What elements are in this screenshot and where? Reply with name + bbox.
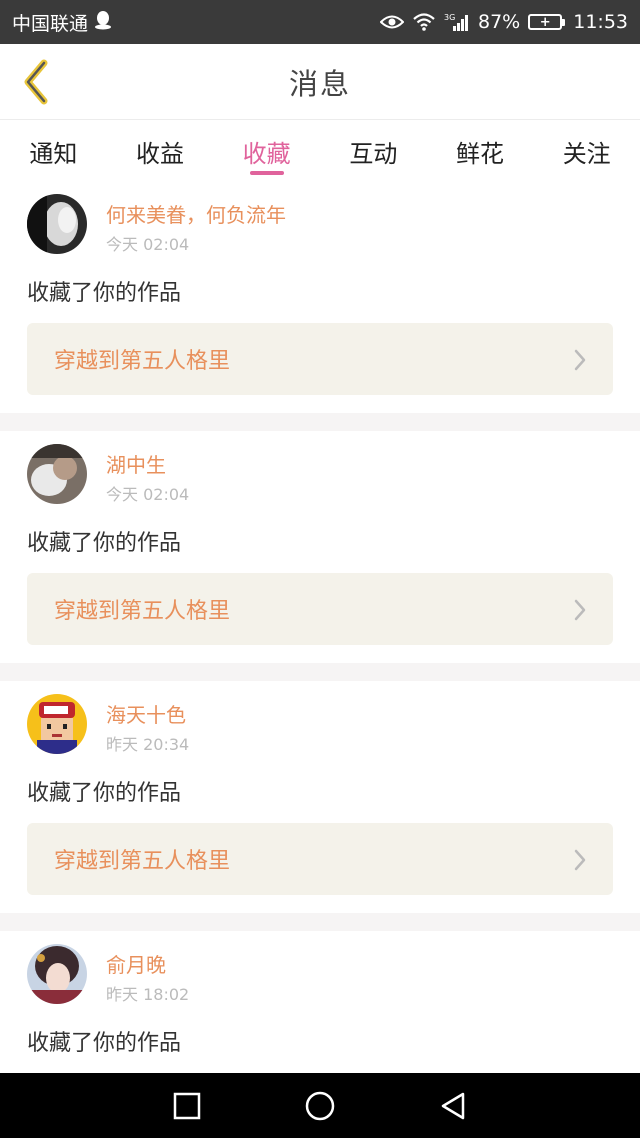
tab-label: 通知 xyxy=(29,140,78,168)
message-card: 湖中生 今天 02:04 收藏了你的作品 穿越到第五人格里 xyxy=(0,431,640,663)
message-text: 收藏了你的作品 xyxy=(27,781,182,806)
message-card: 何来美眷，何负流年 今天 02:04 收藏了你的作品 穿越到第五人格里 xyxy=(0,181,640,413)
message-time: 昨天 20:34 xyxy=(106,735,190,754)
active-tab-indicator xyxy=(249,171,284,175)
work-title: 穿越到第五人格里 xyxy=(54,599,231,624)
message-time: 今天 02:04 xyxy=(106,235,190,254)
square-icon xyxy=(173,1092,200,1119)
tab-flowers[interactable]: 鲜花 xyxy=(427,121,534,181)
message-text: 收藏了你的作品 xyxy=(27,281,182,306)
carrier-group: 中国联通 xyxy=(12,9,112,36)
username[interactable]: 湖中生 xyxy=(106,449,166,478)
avatar[interactable] xyxy=(27,194,87,254)
signal-icon: 3G xyxy=(444,12,470,32)
tab-earnings[interactable]: 收益 xyxy=(107,121,214,181)
system-nav-bar xyxy=(0,1073,640,1138)
home-button[interactable] xyxy=(292,1081,348,1131)
avatar[interactable] xyxy=(27,444,87,504)
chevron-right-icon xyxy=(574,849,586,871)
clock: 11:53 xyxy=(573,11,628,33)
network-type: 3G xyxy=(444,13,455,22)
tab-label: 关注 xyxy=(562,140,611,168)
message-text: 收藏了你的作品 xyxy=(27,1031,182,1056)
tab-bar: 通知 收益 收藏 互动 鲜花 关注 xyxy=(0,121,640,181)
chevron-right-icon xyxy=(574,599,586,621)
tab-interactions[interactable]: 互动 xyxy=(320,121,427,181)
status-bar: 中国联通 3G 87% + 11:53 xyxy=(0,0,640,44)
wifi-icon xyxy=(412,13,436,31)
tab-label: 收益 xyxy=(136,140,184,168)
back-nav-button[interactable] xyxy=(425,1081,481,1131)
work-link[interactable]: 穿越到第五人格里 xyxy=(27,823,613,895)
recents-button[interactable] xyxy=(159,1081,215,1131)
carrier-name: 中国联通 xyxy=(12,12,89,35)
message-card: 海天十色 昨天 20:34 收藏了你的作品 穿越到第五人格里 xyxy=(0,681,640,913)
message-card: 俞月晚 昨天 18:02 收藏了你的作品 xyxy=(0,931,640,1073)
username[interactable]: 俞月晚 xyxy=(106,949,166,978)
message-text: 收藏了你的作品 xyxy=(27,531,182,556)
avatar[interactable] xyxy=(27,944,87,1004)
tab-label: 收藏 xyxy=(242,140,291,168)
username[interactable]: 何来美眷，何负流年 xyxy=(106,199,286,228)
username[interactable]: 海天十色 xyxy=(106,699,186,728)
circle-icon xyxy=(305,1091,335,1120)
page-title: 消息 xyxy=(288,66,351,101)
work-title: 穿越到第五人格里 xyxy=(54,349,231,374)
back-button[interactable] xyxy=(14,58,60,106)
tab-follows[interactable]: 关注 xyxy=(533,121,640,181)
work-title: 穿越到第五人格里 xyxy=(54,849,231,874)
triangle-back-icon xyxy=(442,1092,465,1119)
tab-label: 互动 xyxy=(349,140,398,168)
message-list[interactable]: 何来美眷，何负流年 今天 02:04 收藏了你的作品 穿越到第五人格里 湖中生 … xyxy=(0,181,640,1073)
tab-label: 鲜花 xyxy=(456,140,505,168)
message-time: 今天 02:04 xyxy=(106,485,190,504)
battery-icon: + xyxy=(528,14,566,30)
battery-percent: 87% xyxy=(478,11,521,33)
message-time: 昨天 18:02 xyxy=(106,985,190,1004)
qq-icon xyxy=(94,10,112,35)
chevron-left-icon xyxy=(24,59,48,105)
avatar[interactable] xyxy=(27,694,87,754)
work-link[interactable]: 穿越到第五人格里 xyxy=(27,323,613,395)
top-bar: 消息 xyxy=(0,44,640,120)
eye-icon xyxy=(380,14,404,30)
work-link[interactable]: 穿越到第五人格里 xyxy=(27,573,613,645)
tab-notifications[interactable]: 通知 xyxy=(0,121,107,181)
tab-favorites[interactable]: 收藏 xyxy=(213,121,320,181)
chevron-right-icon xyxy=(574,349,586,371)
